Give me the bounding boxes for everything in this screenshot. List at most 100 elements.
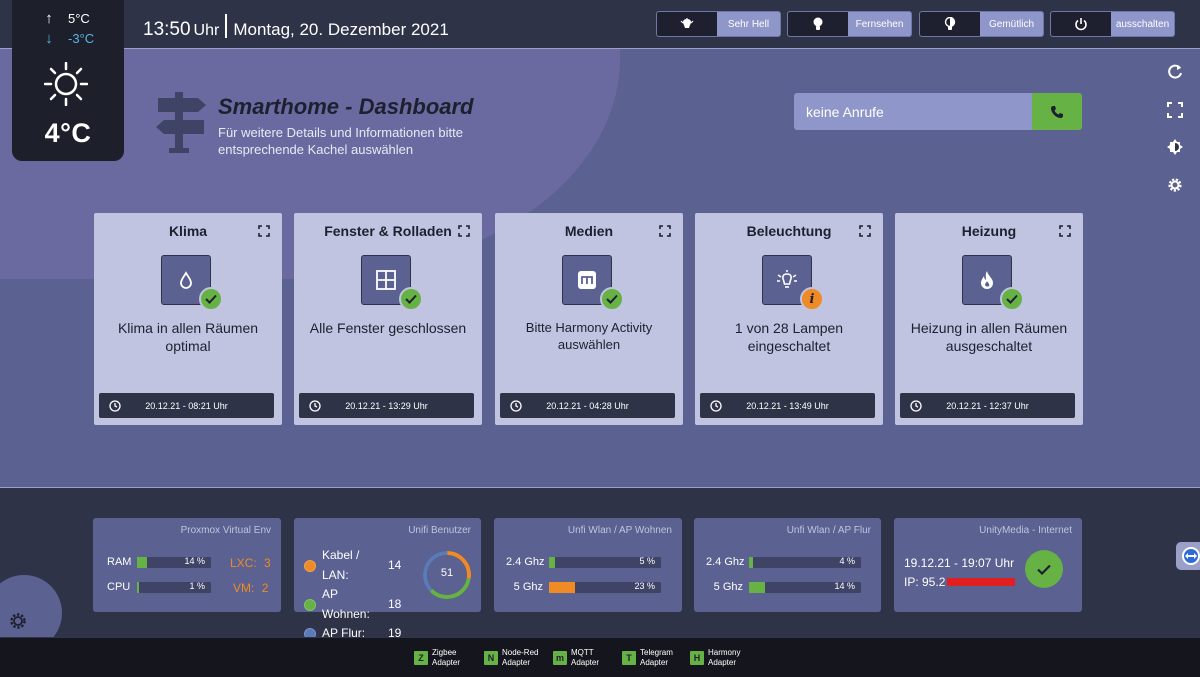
scene-button-gemuetlich[interactable]: Gemütlich (919, 11, 1044, 37)
legend-ap-wohnen: AP Wohnen: 18 (304, 585, 401, 624)
checkmark-icon (1037, 564, 1051, 575)
refresh-icon[interactable] (1166, 63, 1184, 81)
bright-bulb-icon (657, 12, 717, 36)
call-button[interactable] (1032, 93, 1082, 130)
card-beleuchtung[interactable]: Beleuchtung i 1 von 28 Lampen eingeschal… (695, 213, 883, 425)
top-bar: 13:50 Uhr Montag, 20. Dezember 2021 Sehr… (0, 0, 1200, 49)
harmony-adapter-icon: H (690, 651, 704, 665)
settings-gear-icon[interactable] (1166, 176, 1184, 194)
card-title: Medien (564, 223, 614, 239)
expand-icon[interactable] (1059, 225, 1071, 237)
page-subtitle: Für weitere Details und Informationen bi… (218, 125, 463, 157)
adapter-node-red[interactable]: N Node-Red Adapter (484, 648, 538, 668)
teamviewer-icon[interactable] (1176, 542, 1200, 570)
card-title: Klima (168, 223, 208, 239)
scene-button-sehr-hell[interactable]: Sehr Hell (656, 11, 781, 37)
card-timestamp: 20.12.21 - 08:21 Uhr (99, 393, 274, 418)
expand-icon[interactable] (258, 225, 270, 237)
dim-bulb-icon (920, 12, 980, 36)
harmony-icon (578, 271, 596, 289)
expand-icon[interactable] (659, 225, 671, 237)
brightness-icon[interactable] (1166, 138, 1184, 156)
window-icon (376, 270, 396, 290)
expand-icon[interactable] (859, 225, 871, 237)
panel-proxmox[interactable]: Proxmox Virtual Env RAM 14 % CPU 1 % LXC… (93, 518, 281, 612)
clock-date: Montag, 20. Dezember 2021 (233, 20, 449, 39)
clock-separator (225, 14, 228, 38)
internet-ip: IP: 95.2 (904, 575, 1016, 589)
fullscreen-icon[interactable] (1166, 101, 1184, 119)
panel-internet[interactable]: UnityMedia - Internet 19.12.21 - 19:07 U… (894, 518, 1082, 612)
clock-time: 13:50 (143, 19, 191, 40)
panel-title: Unifi Benutzer (408, 525, 471, 536)
lxc-count: LXC: 3 (230, 556, 271, 570)
arrow-up-icon: ↑ (45, 10, 53, 27)
phone-icon (1051, 105, 1063, 118)
status-ok-badge (399, 287, 423, 311)
internet-timestamp: 19.12.21 - 19:07 Uhr (904, 556, 1015, 570)
card-fenster[interactable]: Fenster & Rolladen Alle Fenster geschlos… (294, 213, 482, 425)
node-red-icon: N (484, 651, 498, 665)
clock-icon (309, 399, 321, 412)
card-heizung[interactable]: Heizung Heizung in allen Räumen ausgesch… (895, 213, 1083, 425)
adapter-harmony[interactable]: H Harmony Adapter (690, 648, 740, 668)
mqtt-icon: m (553, 651, 567, 665)
panel-title: Unfi Wlan / AP Flur (786, 525, 871, 536)
panel-title: UnityMedia - Internet (979, 525, 1072, 536)
card-medien[interactable]: Medien Bitte Harmony Activity auswählen … (495, 213, 683, 425)
card-message: Alle Fenster geschlossen (309, 320, 467, 336)
checkmark-icon (405, 294, 417, 304)
ram-bar: 14 % (137, 556, 211, 568)
flame-icon (981, 271, 993, 289)
ip-redaction (947, 578, 1016, 586)
power-icon (1051, 12, 1111, 36)
bulb-bright-icon (777, 270, 797, 288)
card-timestamp: 20.12.21 - 12:37 Uhr (900, 393, 1075, 418)
card-message: Bitte Harmony Activity auswählen (525, 320, 653, 352)
call-status: keine Anrufe (794, 93, 1032, 130)
legend-lan: Kabel / LAN: 14 (304, 546, 401, 585)
card-timestamp: 20.12.21 - 13:29 Uhr (299, 393, 474, 418)
cpu-row: CPU 1 % (107, 581, 211, 593)
scene-label: Sehr Hell (727, 18, 770, 30)
card-timestamp: 20.12.21 - 04:28 Uhr (500, 393, 675, 418)
card-message: Klima in allen Räumen optimal (117, 320, 259, 354)
scene-button-ausschalten[interactable]: ausschalten (1050, 11, 1175, 37)
weather-low: ↓ -3°C (42, 30, 94, 47)
ram-row: RAM 14 % (107, 556, 211, 568)
users-total: 51 (440, 567, 454, 579)
flur-5-row: 5 Ghz 14 % (706, 581, 861, 593)
panel-wlan-wohnen[interactable]: Unfi Wlan / AP Wohnen 2.4 Ghz 5 % 5 Ghz … (494, 518, 682, 612)
wohnen-24-bar: 5 % (549, 556, 661, 568)
flur-5-bar: 14 % (749, 581, 861, 593)
checkmark-icon (205, 294, 217, 304)
weather-high: ↑ 5°C (42, 10, 90, 27)
checkmark-icon (606, 294, 618, 304)
status-ok-badge (199, 287, 223, 311)
gear-icon[interactable] (8, 611, 28, 631)
call-widget: keine Anrufe (794, 93, 1082, 130)
wohnen-24-row: 2.4 Ghz 5 % (506, 556, 661, 568)
expand-icon[interactable] (458, 225, 470, 237)
scene-label: Gemütlich (988, 18, 1034, 30)
clock-icon (109, 399, 121, 412)
status-info-badge: i (800, 287, 824, 311)
scene-label: ausschalten (1115, 18, 1170, 30)
panel-wlan-flur[interactable]: Unfi Wlan / AP Flur 2.4 Ghz 4 % 5 Ghz 14… (694, 518, 881, 612)
info-icon: i (809, 291, 815, 307)
internet-status-ok (1025, 550, 1063, 588)
page-title: Smarthome - Dashboard (218, 94, 474, 119)
panel-unifi-users[interactable]: Unifi Benutzer Kabel / LAN: 14 AP Wohnen… (294, 518, 481, 640)
wohnen-5-row: 5 Ghz 23 % (506, 581, 661, 593)
card-message: 1 von 28 Lampen eingeschaltet (734, 320, 844, 354)
panel-title: Unfi Wlan / AP Wohnen (567, 525, 672, 536)
clock-icon (910, 399, 922, 412)
weather-widget[interactable]: ↑ 5°C ↓ -3°C 4°C (12, 0, 124, 161)
adapter-zigbee[interactable]: Z Zigbee Adapter (414, 648, 460, 668)
card-message: Heizung in allen Räumen ausgeschaltet (910, 320, 1068, 354)
sun-icon (44, 62, 88, 106)
adapter-mqtt[interactable]: m MQTT Adapter (553, 648, 599, 668)
card-klima[interactable]: Klima Klima in allen Räumen optimal 20.1… (94, 213, 282, 425)
scene-button-fernsehen[interactable]: Fernsehen (787, 11, 912, 37)
adapter-telegram[interactable]: T Telegram Adapter (622, 648, 673, 668)
